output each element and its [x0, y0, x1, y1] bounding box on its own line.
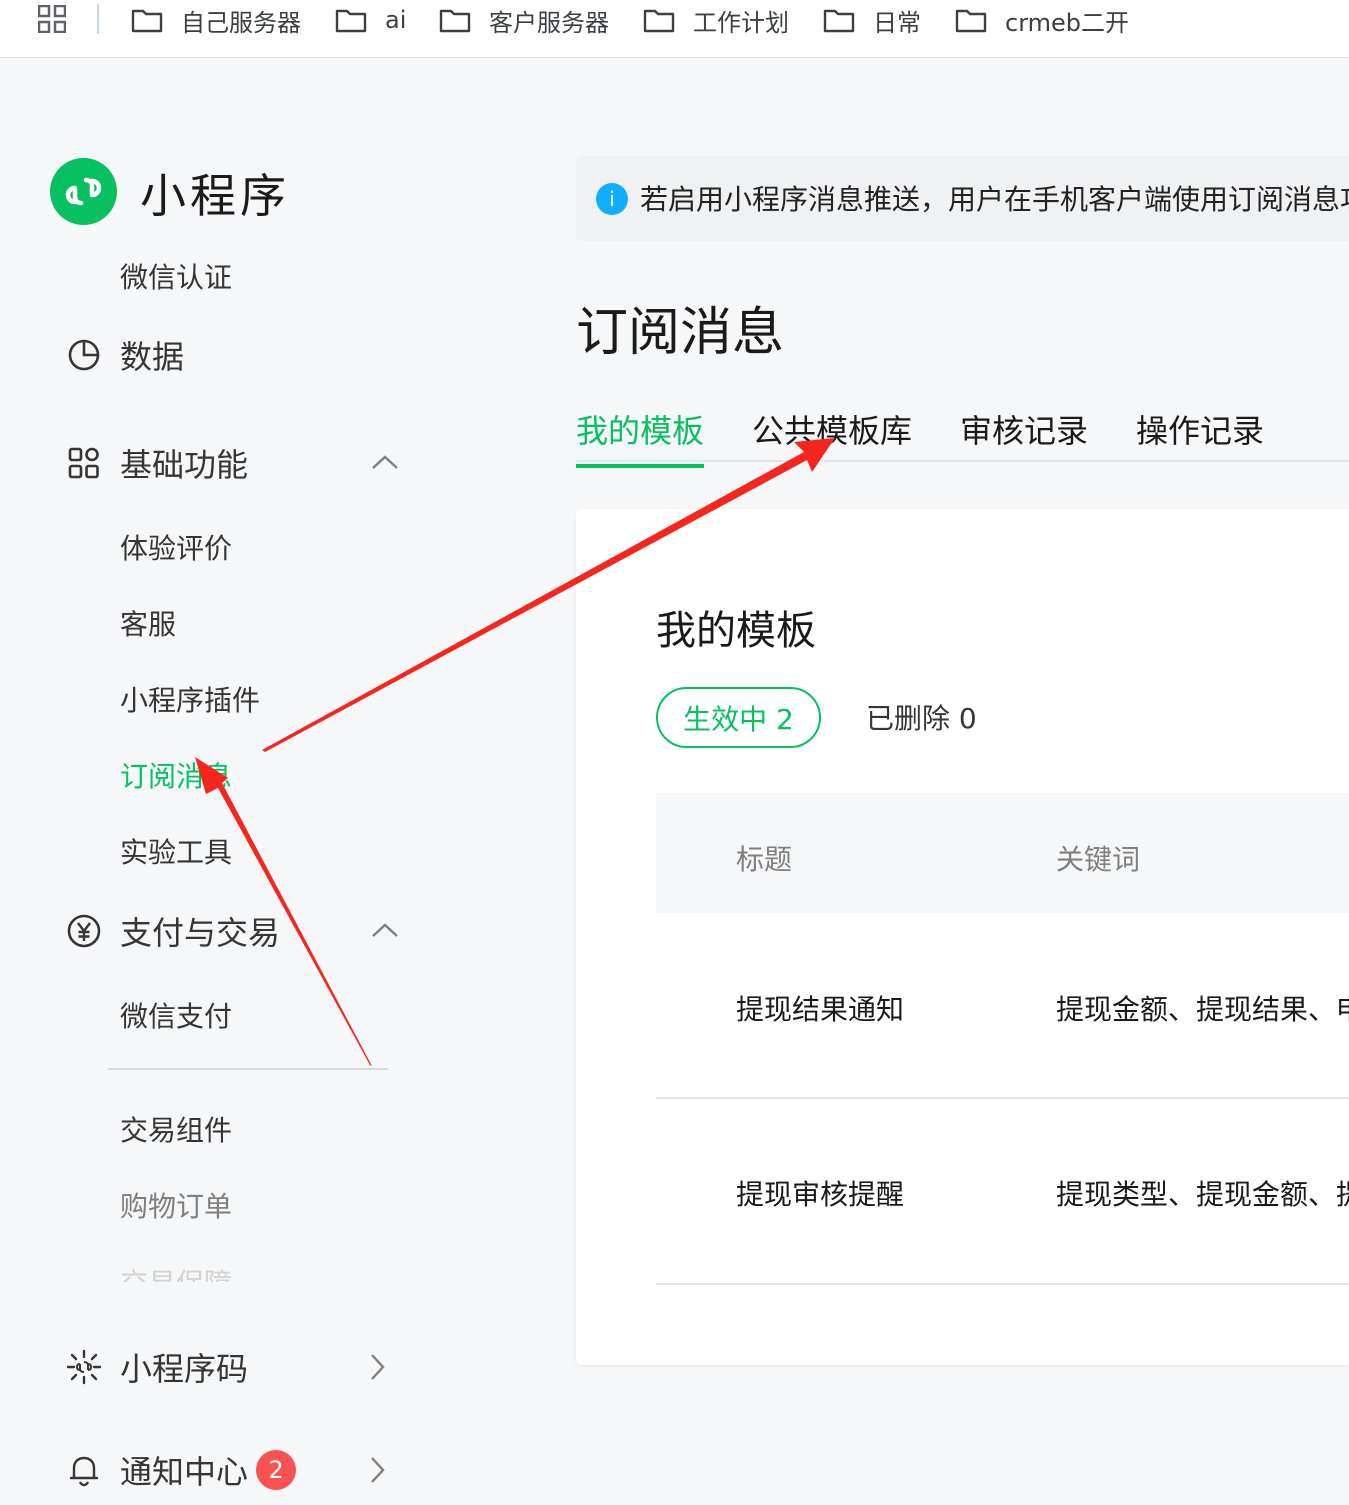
chevron-up-icon[interactable]: [370, 916, 400, 946]
sidebar-divider: [108, 1068, 388, 1070]
nav-basic-functions[interactable]: 基础功能: [66, 443, 249, 484]
nav-notification-center[interactable]: 通知中心 2: [66, 1450, 297, 1491]
tab-public-library[interactable]: 公共模板库: [752, 406, 912, 464]
mini-program-code-icon: [66, 1349, 102, 1385]
nav-payment-label: 支付与交易: [120, 914, 281, 952]
row-divider: [656, 1097, 1349, 1099]
filter-active-pill[interactable]: 生效中 2: [656, 687, 821, 748]
nav-data[interactable]: 数据: [66, 335, 185, 376]
filter-deleted[interactable]: 已删除 0: [866, 697, 977, 737]
table-cell-title: 提现审核提醒: [736, 1178, 905, 1211]
bookmarks-bar: 自己服务器 ai 客户服务器 工作计划 日常 crmeb二开: [0, 0, 1349, 58]
page-title: 订阅消息: [576, 303, 785, 363]
folder-icon: [439, 9, 471, 33]
column-header-title: 标题: [736, 843, 793, 876]
nav-basic-label: 基础功能: [120, 446, 249, 484]
bookmark-label: 工作计划: [693, 8, 789, 37]
bookmark-folder[interactable]: 工作计划: [643, 3, 789, 37]
nav-qrcode[interactable]: 小程序码: [66, 1347, 249, 1388]
nav-experience-review[interactable]: 体验评价: [120, 527, 232, 567]
bookmark-folder[interactable]: crmeb二开: [955, 3, 1129, 37]
tab-my-templates[interactable]: 我的模板: [576, 406, 705, 468]
chevron-right-icon[interactable]: [362, 1352, 392, 1382]
nav-wechat-auth[interactable]: 微信认证: [120, 256, 232, 296]
chevron-up-icon[interactable]: [370, 448, 400, 478]
bookmark-folder[interactable]: 日常: [823, 3, 921, 37]
nav-shopping-orders[interactable]: 购物订单: [120, 1185, 232, 1225]
card-title: 我的模板: [656, 608, 816, 654]
bookmark-label: 客户服务器: [489, 8, 609, 37]
bookmark-label: crmeb二开: [1005, 8, 1130, 37]
nav-qrcode-label: 小程序码: [120, 1350, 249, 1388]
apps-grid-icon[interactable]: [38, 5, 66, 33]
nav-notify-label: 通知中心: [120, 1453, 249, 1491]
nav-customer-service[interactable]: 客服: [120, 603, 176, 643]
info-icon: i: [596, 183, 628, 215]
bookmarks-separator: [97, 4, 99, 34]
folder-icon: [823, 9, 855, 33]
nav-subscribe-message[interactable]: 订阅消息: [120, 755, 232, 795]
bookmark-label: 自己服务器: [181, 8, 301, 37]
notice-banner: i 若启用小程序消息推送，用户在手机客户端使用订阅消息功能: [576, 156, 1349, 241]
pie-chart-icon: [68, 339, 100, 371]
nav-data-label: 数据: [120, 338, 185, 376]
table-cell-title: 提现结果通知: [736, 993, 905, 1026]
row-divider: [656, 1283, 1349, 1285]
nav-trade-guarantee[interactable]: 交易保障: [120, 1262, 232, 1282]
notification-badge: 2: [256, 1450, 297, 1490]
bookmark-folder[interactable]: 客户服务器: [439, 3, 609, 37]
folder-icon: [643, 9, 675, 33]
nav-plugins[interactable]: 小程序插件: [120, 679, 260, 719]
yen-circle-icon: [67, 914, 101, 948]
bookmark-folder[interactable]: 自己服务器: [131, 3, 301, 37]
nav-experiment-tools[interactable]: 实验工具: [120, 831, 232, 871]
bell-icon: [69, 1456, 99, 1487]
column-header-keywords: 关键词: [1056, 843, 1141, 876]
grid-icon: [68, 447, 99, 479]
bookmark-label: 日常: [873, 8, 921, 37]
folder-icon: [335, 9, 367, 33]
table-cell-keywords: 提现金额、提现结果、申请时间: [1056, 993, 1349, 1026]
nav-trade-component[interactable]: 交易组件: [120, 1109, 232, 1149]
folder-icon: [955, 9, 987, 33]
chevron-right-icon[interactable]: [362, 1455, 392, 1485]
table-cell-keywords: 提现类型、提现金额、提现时间: [1056, 1178, 1349, 1211]
bookmark-label: ai: [385, 6, 407, 34]
folder-icon: [131, 9, 163, 33]
brand-title: 小程序: [140, 169, 290, 223]
nav-wechat-pay[interactable]: 微信支付: [120, 995, 232, 1035]
tab-review-records[interactable]: 审核记录: [960, 406, 1088, 464]
mini-program-logo-icon[interactable]: [50, 158, 117, 225]
bookmark-folder[interactable]: ai: [335, 3, 406, 37]
tab-operation-records[interactable]: 操作记录: [1136, 406, 1264, 464]
nav-payment[interactable]: 支付与交易: [66, 911, 281, 952]
notice-text: 若启用小程序消息推送，用户在手机客户端使用订阅消息功能: [640, 183, 1349, 216]
tab-bar: 我的模板 公共模板库 审核记录 操作记录: [576, 400, 1349, 468]
